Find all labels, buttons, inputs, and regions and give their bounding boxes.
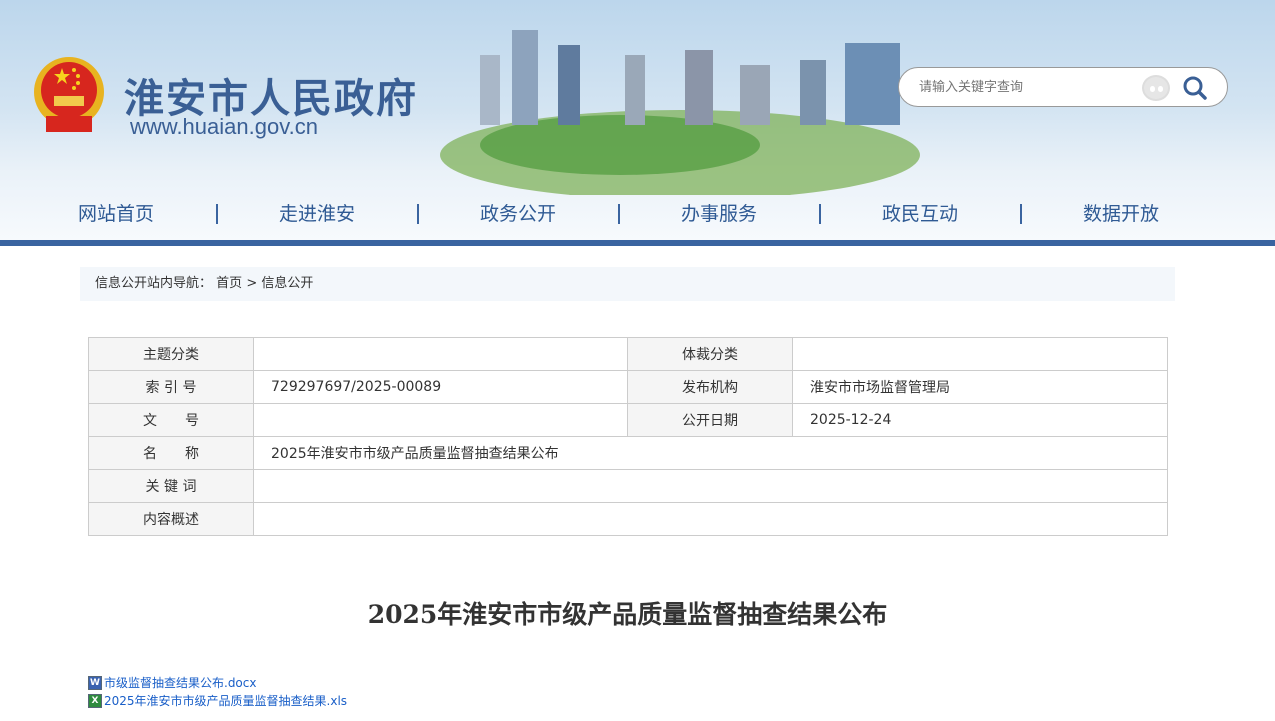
table-row: 内容概述 [88,502,1168,536]
nav-home[interactable]: 网站首页 [16,195,216,233]
table-row: 索 引 号 729297697/2025-00089 发布机构 淮安市市场监督管… [88,370,1168,404]
search-box [898,67,1228,107]
topic-label: 主题分类 [88,337,254,371]
docno-label: 文 号 [88,403,254,437]
main-nav: 网站首页 走进淮安 政务公开 办事服务 政民互动 数据开放 [0,195,1275,233]
robot-assistant-icon[interactable] [1142,75,1170,101]
table-row: 文 号 公开日期 2025-12-24 [88,403,1168,437]
nav-open-data[interactable]: 数据开放 [1021,195,1221,233]
nav-services[interactable]: 办事服务 [619,195,819,233]
name-label: 名 称 [88,436,254,470]
table-row: 名 称 2025年淮安市市级产品质量监督抽查结果公布 [88,436,1168,470]
nav-underline-bar [0,240,1275,246]
word-file-icon: W [88,675,102,690]
genre-label: 体裁分类 [627,337,793,371]
nav-interaction[interactable]: 政民互动 [820,195,1020,233]
table-row: 关 键 词 [88,469,1168,503]
breadcrumb: 信息公开站内导航： 首页 > 信息公开 [80,267,1175,301]
search-icon[interactable] [1181,75,1209,101]
excel-file-icon: X [88,693,102,708]
attachment-link-xls[interactable]: X 2025年淮安市市级产品质量监督抽查结果.xls [88,692,347,709]
index-value: 729297697/2025-00089 [253,370,628,404]
table-row: 主题分类 体裁分类 [88,337,1168,371]
publisher-value: 淮安市市场监督管理局 [792,370,1168,404]
national-emblem-logo [34,57,104,132]
breadcrumb-label: 信息公开站内导航： [95,276,213,291]
attachment-name[interactable]: 市级监督抽查结果公布.docx [104,674,256,691]
header-banner: 淮安市人民政府 www.huaian.gov.cn 网站首页 走进淮安 政务公开… [0,0,1275,240]
date-value: 2025-12-24 [792,403,1168,437]
breadcrumb-separator: > [246,276,258,291]
breadcrumb-home[interactable]: 首页 [216,276,242,291]
index-label: 索 引 号 [88,370,254,404]
document-meta-table: 主题分类 体裁分类 索 引 号 729297697/2025-00089 发布机… [88,337,1168,536]
docno-value [253,403,628,437]
keywords-label: 关 键 词 [88,469,254,503]
city-skyline-image [440,30,920,195]
date-label: 公开日期 [627,403,793,437]
nav-about-huaian[interactable]: 走进淮安 [217,195,417,233]
publisher-label: 发布机构 [627,370,793,404]
topic-value [253,337,628,371]
attachment-name[interactable]: 2025年淮安市市级产品质量监督抽查结果.xls [104,692,347,709]
name-value: 2025年淮安市市级产品质量监督抽查结果公布 [253,436,1168,470]
nav-gov-affairs[interactable]: 政务公开 [418,195,618,233]
document-title: 2025年淮安市市级产品质量监督抽查结果公布 [367,600,888,629]
site-url: www.huaian.gov.cn [130,114,318,139]
attachment-link-docx[interactable]: W 市级监督抽查结果公布.docx [88,674,256,691]
breadcrumb-current[interactable]: 信息公开 [261,276,313,291]
search-input[interactable] [919,77,1129,97]
summary-label: 内容概述 [88,502,254,536]
summary-value [253,502,1168,536]
genre-value [792,337,1168,371]
keywords-value [253,469,1168,503]
